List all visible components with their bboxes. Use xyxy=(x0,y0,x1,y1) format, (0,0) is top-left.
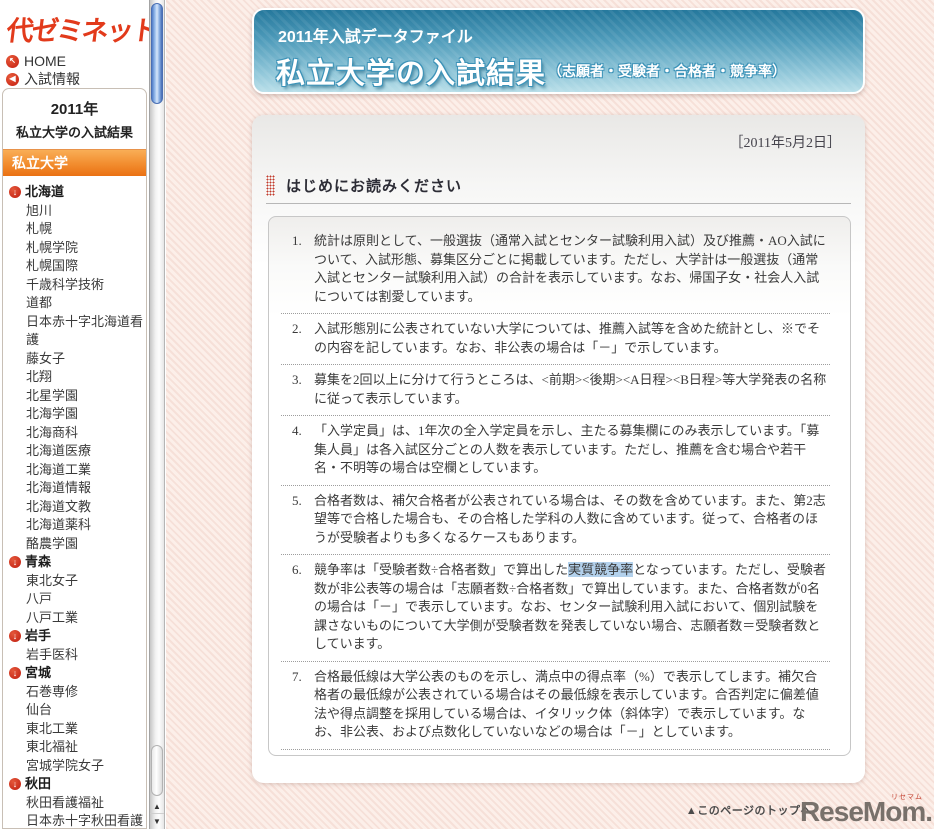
note-text: 入試形態別に公表されていない大学については、推薦入試等を含めた統計とし、※でその… xyxy=(314,321,820,355)
sidebar-university-link[interactable]: 日本赤十字北海道看護 xyxy=(9,313,144,350)
red-down-arrow-icon: ↓ xyxy=(9,667,21,680)
top-nav: ↖ HOME ◀ 入試情報 xyxy=(6,52,149,88)
sidebar-category-private-university[interactable]: 私立大学 xyxy=(3,149,146,176)
sidebar-region-label: 秋田 xyxy=(25,776,52,791)
note-item: 募集を2回以上に分けて行うところは、<前期><後期><A日程><B日程>等大学発… xyxy=(281,365,830,416)
note-text: 合格最低線は大学公表のものを示し、満点中の得点率（%）で表示してします。補欠合格… xyxy=(314,668,819,740)
sidebar-university-link[interactable]: 東北福祉 xyxy=(9,738,144,757)
section-title: はじめにお読みください xyxy=(286,179,463,195)
red-down-arrow-icon: ↓ xyxy=(9,186,21,199)
sidebar-region-label: 青森 xyxy=(25,554,52,569)
sidebar-university-link[interactable]: 北翔 xyxy=(9,368,144,387)
sidebar-region-header[interactable]: ↓ 秋田 xyxy=(9,775,144,794)
scrollbar-up-button[interactable]: ▲ xyxy=(150,799,164,814)
sidebar-region-header[interactable]: ↓ 宮城 xyxy=(9,664,144,683)
sidebar-university-link[interactable]: 北海道情報 xyxy=(9,479,144,498)
notes-box: 統計は原則として、一般選抜（通常入試とセンター試験利用入試）及び推薦・AO入試に… xyxy=(268,216,851,756)
sidebar-university-link[interactable]: 東北女子 xyxy=(9,572,144,591)
note-item: 統計は原則として、一般選抜（通常入試とセンター試験利用入試）及び推薦・AO入試に… xyxy=(281,226,830,314)
frame-scrollbar[interactable]: ▲ ▼ xyxy=(149,0,165,829)
notes-list: 統計は原則として、一般選抜（通常入試とセンター試験利用入試）及び推薦・AO入試に… xyxy=(281,226,830,750)
sidebar-region-label: 宮城 xyxy=(25,665,52,680)
note-item: 競争率は「受験者数÷合格者数」で算出した実質競争率となっています。ただし、受験者… xyxy=(281,555,830,662)
sidebar-university-link[interactable]: 北海道文教 xyxy=(9,498,144,517)
highlighted-term: 実質競争率 xyxy=(568,562,634,577)
sidebar-region-header[interactable]: ↓ 北海道 xyxy=(9,183,144,202)
watermark-text: ReseMom. xyxy=(799,796,933,827)
sidebar-university-link[interactable]: 石巻専修 xyxy=(9,683,144,702)
note-item: 入試形態別に公表されていない大学については、推薦入試等を含めた統計とし、※でその… xyxy=(281,314,830,365)
red-down-arrow-icon: ↓ xyxy=(9,556,21,569)
sidebar-university-link[interactable]: 北星学園 xyxy=(9,387,144,406)
sidebar-university-link[interactable]: 八戸 xyxy=(9,590,144,609)
page-title: 私立大学の入試結果 xyxy=(276,58,547,90)
left-arrow-icon: ◀ xyxy=(6,72,19,86)
scrollbar-thumb[interactable] xyxy=(151,3,163,104)
sidebar-region-header[interactable]: ↓ 岩手 xyxy=(9,627,144,646)
sidebar-university-link[interactable]: 岩手医科 xyxy=(9,646,144,665)
nav-home-label: HOME xyxy=(24,53,66,69)
note-text: 「入学定員」は、1年次の全入学定員を示し、主たる募集欄にのみ表示しています。「募… xyxy=(314,423,820,475)
publish-date: ［2011年5月2日］ xyxy=(729,136,841,151)
sidebar-university-link[interactable]: 北海道医療 xyxy=(9,442,144,461)
sidebar-university-list: ↓ 北海道 旭川 札幌 札幌学院 札幌国際 千歳科学技術 道都 日本赤十字北海道看護 藤女子 北翔北… xyxy=(3,176,146,828)
sidebar-title-year: 2011年 xyxy=(50,101,99,118)
sidebar-university-link[interactable]: 道都 xyxy=(9,294,144,313)
note-text: 合格者数は、補欠合格者が公表されている場合は、その数を含めています。また、第2志… xyxy=(314,492,826,545)
page-banner: 2011年入試データファイル 私立大学の入試結果 （志願者・受験者・合格者・競争… xyxy=(252,8,865,94)
note-text: 統計は原則として、一般選抜（通常入試とセンター試験利用入試）及び推薦・AO入試に… xyxy=(314,233,826,304)
site-logo[interactable]: 代ゼミネット xyxy=(5,9,149,48)
note-text: 募集を2回以上に分けて行うところは、<前期><後期><A日程><B日程>等大学発… xyxy=(314,372,827,406)
sidebar-university-link[interactable]: 北海道工業 xyxy=(9,461,144,480)
scrollbar-down-button[interactable]: ▼ xyxy=(150,813,164,828)
note-text: 競争率は「受験者数÷合格者数」で算出した xyxy=(314,562,569,577)
note-item: 合格最低線は大学公表のものを示し、満点中の得点率（%）で表示してします。補欠合格… xyxy=(281,662,830,750)
sidebar-region-header[interactable]: ↓ 青森 xyxy=(9,553,144,572)
main-content-frame: 2011年入試データファイル 私立大学の入試結果 （志願者・受験者・合格者・競争… xyxy=(166,0,934,829)
sidebar-university-link[interactable]: 東北工業 xyxy=(9,720,144,739)
sidebar-university-link[interactable]: 北海商科 xyxy=(9,424,144,443)
home-back-arrow-icon: ↖ xyxy=(6,54,19,68)
banner-subtitle: （志願者・受験者・合格者・競争率） xyxy=(548,63,787,79)
sidebar-university-link[interactable]: 札幌学院 xyxy=(9,239,144,258)
sidebar-university-link[interactable]: 北海学園 xyxy=(9,405,144,424)
note-item: 合格者数は、補欠合格者が公表されている場合は、その数を含めています。また、第2志… xyxy=(281,486,830,555)
sidebar-title-text: 私立大学の入試結果 xyxy=(15,125,133,140)
nav-home-link[interactable]: ↖ HOME xyxy=(6,52,149,70)
section-header: はじめにお読みください xyxy=(266,175,865,196)
resemom-watermark: リセマム ReseMom. xyxy=(799,794,933,828)
nav-exam-info-link[interactable]: ◀ 入試情報 xyxy=(6,70,149,88)
sidebar-university-link[interactable]: 札幌 xyxy=(9,220,144,239)
sidebar-university-link[interactable]: 日本赤十字秋田看護 xyxy=(9,812,144,828)
sidebar-title: 2011年 私立大学の入試結果 xyxy=(3,89,146,149)
back-to-top-link[interactable]: ▲このページのトップへ xyxy=(686,802,812,818)
sidebar-university-link[interactable]: 仙台 xyxy=(9,701,144,720)
sidebar-university-link[interactable]: 宮城学院女子 xyxy=(9,757,144,776)
section-bullet-decoration-icon xyxy=(266,175,275,196)
sidebar-university-link[interactable]: 藤女子 xyxy=(9,350,144,369)
left-sidebar-frame: 代ゼミネット ↖ HOME ◀ 入試情報 2011年 私立大学の入試結果 私立大… xyxy=(0,0,149,829)
sidebar-university-link[interactable]: 酪農学園 xyxy=(9,535,144,554)
note-item: 「入学定員」は、1年次の全入学定員を示し、主たる募集欄にのみ表示しています。「募… xyxy=(281,416,830,486)
content-panel: ［2011年5月2日］ はじめにお読みください 統計は原則として、一般選抜（通常… xyxy=(252,115,865,783)
red-down-arrow-icon: ↓ xyxy=(9,630,21,643)
sidebar-university-link[interactable]: 札幌国際 xyxy=(9,257,144,276)
sidebar-university-link[interactable]: 秋田看護福祉 xyxy=(9,794,144,813)
sidebar-university-link[interactable]: 北海道薬科 xyxy=(9,516,144,535)
sidebar-menu-box: 2011年 私立大学の入試結果 私立大学 ↓ 北海道旭川 札幌 札幌学院 札幌国際 千歳科… xyxy=(2,88,147,829)
red-down-arrow-icon: ↓ xyxy=(9,778,21,791)
banner-title-row: 私立大学の入試結果 （志願者・受験者・合格者・競争率） xyxy=(276,50,863,92)
sidebar-university-link[interactable]: 旭川 xyxy=(9,202,144,221)
banner-kicker: 2011年入試データファイル xyxy=(278,29,473,46)
sidebar-university-link[interactable]: 八戸工業 xyxy=(9,609,144,628)
scrollbar-track-pill xyxy=(151,745,163,796)
section-divider xyxy=(266,203,851,204)
sidebar-region-label: 北海道 xyxy=(25,184,65,199)
sidebar-region-label: 岩手 xyxy=(25,628,52,643)
sidebar-university-link[interactable]: 千歳科学技術 xyxy=(9,276,144,295)
nav-exam-info-label: 入試情報 xyxy=(24,71,80,87)
